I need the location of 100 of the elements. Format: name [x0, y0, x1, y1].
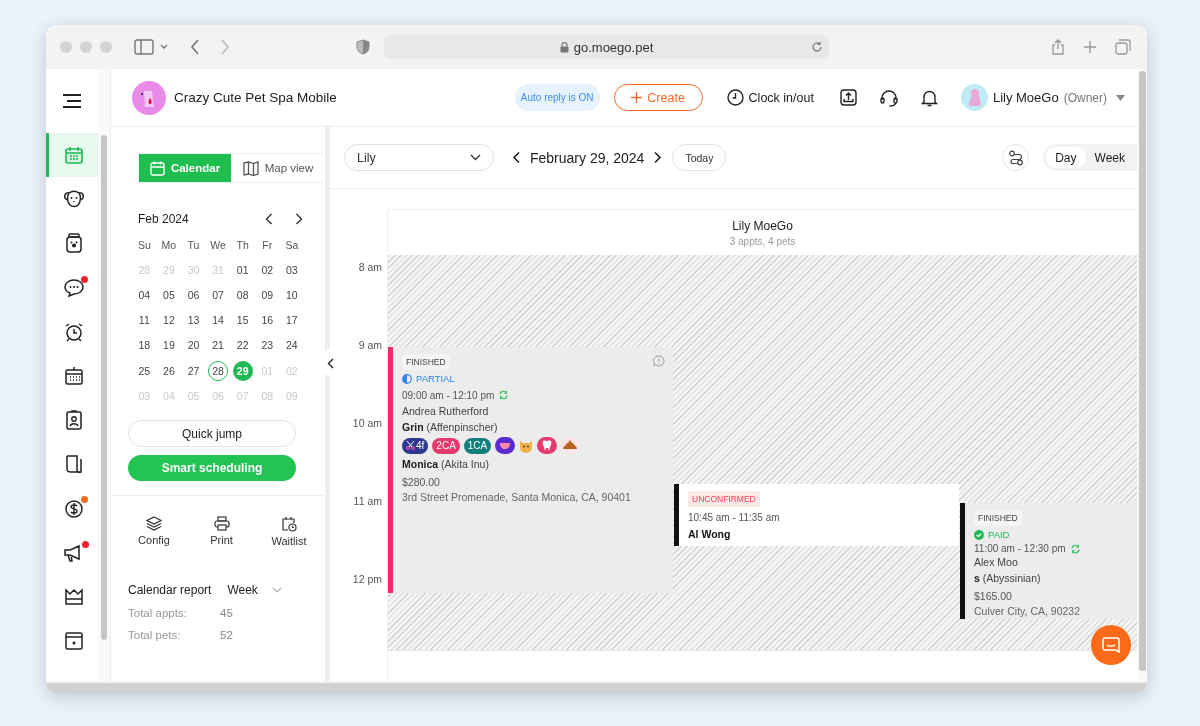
- staff-select[interactable]: Lily: [344, 144, 494, 171]
- hour-label: 11 am: [353, 495, 382, 507]
- sidebar-toggle-icon[interactable]: [134, 39, 154, 55]
- calendar-day[interactable]: 16: [257, 310, 278, 331]
- status-badge: UNCONFIRMED: [688, 490, 760, 507]
- chevron-left-icon: [326, 357, 334, 369]
- tool-button[interactable]: Waitlist: [265, 516, 313, 548]
- calendar-icon: [63, 145, 84, 166]
- calendar-day[interactable]: 12: [158, 310, 179, 331]
- document-icon: [64, 454, 83, 475]
- address-bar[interactable]: go.moego.pet: [384, 35, 829, 59]
- appointment-card[interactable]: FINISHED PAID 11:00 am - 12:30 pm Alex Moo s (Abyssinian) $165.00 Culver City, CA, 90232: [960, 503, 1137, 620]
- previous-day-icon[interactable]: [512, 151, 521, 164]
- hour-label: 12 pm: [352, 573, 382, 585]
- chevron-down-icon: [271, 587, 282, 594]
- pet-name: Monica (Akita Inu): [402, 457, 489, 472]
- upload-icon[interactable]: [839, 89, 857, 106]
- weekday-label: Su: [137, 238, 151, 251]
- calendar-day[interactable]: 05: [158, 284, 179, 305]
- bell-icon[interactable]: [920, 88, 938, 107]
- menu-icon: [62, 94, 82, 108]
- calendar-day[interactable]: 14: [208, 310, 229, 331]
- month-label: Feb 2024: [138, 212, 189, 226]
- calendar-day[interactable]: 21: [208, 335, 229, 356]
- client-name: Alex Moo: [974, 555, 1018, 571]
- stat-value: 52: [220, 629, 233, 642]
- calendar-day[interactable]: 26: [158, 360, 179, 381]
- payment-status: PARTIAL: [416, 373, 455, 384]
- view-mode-tab[interactable]: Day: [1046, 147, 1086, 168]
- user-name: Lily MoeGo: [992, 90, 1059, 105]
- scrollbar[interactable]: [46, 681, 1147, 693]
- calendar-day[interactable]: 07: [208, 284, 229, 305]
- stat-value: 45: [220, 607, 233, 620]
- appointment-price: $165.00: [974, 589, 1012, 605]
- view-mode-tab[interactable]: Week: [1085, 147, 1134, 168]
- chat-icon: [1102, 637, 1120, 653]
- weekday-label: Mo: [161, 238, 177, 251]
- calendar-day[interactable]: 06: [183, 284, 204, 305]
- previous-month-icon[interactable]: [265, 213, 273, 225]
- alarm-clock-icon: [63, 321, 84, 342]
- appointment-address: Culver City, CA, 90232: [974, 604, 1080, 620]
- calendar-day[interactable]: 27: [183, 360, 204, 381]
- period-select[interactable]: Week: [227, 583, 282, 598]
- pet-name: Grin (Affenpinscher): [402, 420, 498, 435]
- calendar-day[interactable]: 24: [281, 335, 302, 356]
- calendar-day[interactable]: 20: [183, 335, 204, 356]
- jar-icon: [64, 233, 83, 254]
- tool-button[interactable]: Config: [130, 516, 178, 548]
- calendar-day[interactable]: 17: [281, 310, 302, 331]
- appointment-time: 10:45 am - 11:35 am: [688, 512, 780, 523]
- printer-icon: [213, 516, 230, 532]
- calendar-day[interactable]: 25: [134, 360, 155, 381]
- plus-icon: [631, 92, 643, 103]
- calendar-day[interactable]: 19: [158, 335, 179, 356]
- calendar-day[interactable]: 09: [257, 284, 278, 305]
- share-icon[interactable]: [1051, 39, 1065, 55]
- calendar-day[interactable]: 15: [232, 310, 253, 331]
- weekday-label: Fr: [262, 238, 273, 251]
- chat-button[interactable]: [1091, 625, 1131, 665]
- back-icon[interactable]: [190, 39, 200, 55]
- calendar-day[interactable]: 02: [257, 259, 278, 280]
- reload-icon[interactable]: [811, 41, 823, 53]
- route-button[interactable]: [1002, 144, 1030, 171]
- scrollbar[interactable]: [98, 69, 111, 681]
- hour-label: 9 am: [358, 339, 382, 351]
- tool-button[interactable]: Print: [197, 516, 246, 548]
- status-badge: FINISHED: [402, 354, 450, 370]
- date-label: February 29, 2024: [530, 149, 645, 166]
- calendar-day[interactable]: 04: [134, 284, 155, 305]
- chevron-down-icon: [470, 154, 481, 161]
- appointment-time: 09:00 am - 12:10 pm: [402, 389, 495, 401]
- calendar-icon: [63, 366, 84, 387]
- appointment-card[interactable]: UNCONFIRMED 10:45 am - 11:35 am Al Wong: [674, 483, 959, 546]
- avatar: [960, 84, 988, 111]
- layers-icon: [146, 516, 162, 532]
- next-day-icon[interactable]: [653, 151, 663, 164]
- calendar-day[interactable]: 23: [257, 335, 278, 356]
- calendar-day[interactable]: 03: [281, 259, 302, 280]
- calendar-day[interactable]: 13: [183, 310, 204, 331]
- calendar-day[interactable]: 10: [281, 284, 302, 305]
- today-button[interactable]: Today: [672, 144, 727, 171]
- calendar-clock-icon: [281, 516, 297, 533]
- scrollbar[interactable]: [1137, 69, 1147, 681]
- calendar-day[interactable]: 18: [134, 335, 155, 356]
- clock-button[interactable]: Clock in/out: [726, 89, 814, 106]
- pet-name: s (Abyssinian): [974, 571, 1041, 587]
- calendar-day[interactable]: 11: [134, 310, 155, 331]
- calendar-day[interactable]: 08: [232, 284, 253, 305]
- calendar-day[interactable]: 22: [232, 335, 253, 356]
- shield-icon[interactable]: [356, 39, 370, 55]
- calendar-day[interactable]: 01: [232, 259, 253, 280]
- chevron-down-icon[interactable]: [160, 44, 168, 50]
- user-menu[interactable]: Lily MoeGo (Owner): [960, 84, 1125, 111]
- user-role: (Owner): [1063, 90, 1107, 105]
- quick-jump-button[interactable]: Quick jump: [128, 420, 296, 448]
- service-tag: 4f: [402, 437, 429, 454]
- stat-label: Total appts:: [128, 607, 188, 620]
- appointment-card[interactable]: FINISHED PARTIAL 09:00 am - 12:10 pm Andrea Rutherford Grin (Affenpinscher) 4f 2CA 1CA Monica (Akita Inu) $280.00 3rd Street Promenade, Santa Monica, CA, 90401: [388, 347, 673, 593]
- headset-icon[interactable]: [879, 88, 898, 107]
- next-month-icon[interactable]: [295, 213, 303, 225]
